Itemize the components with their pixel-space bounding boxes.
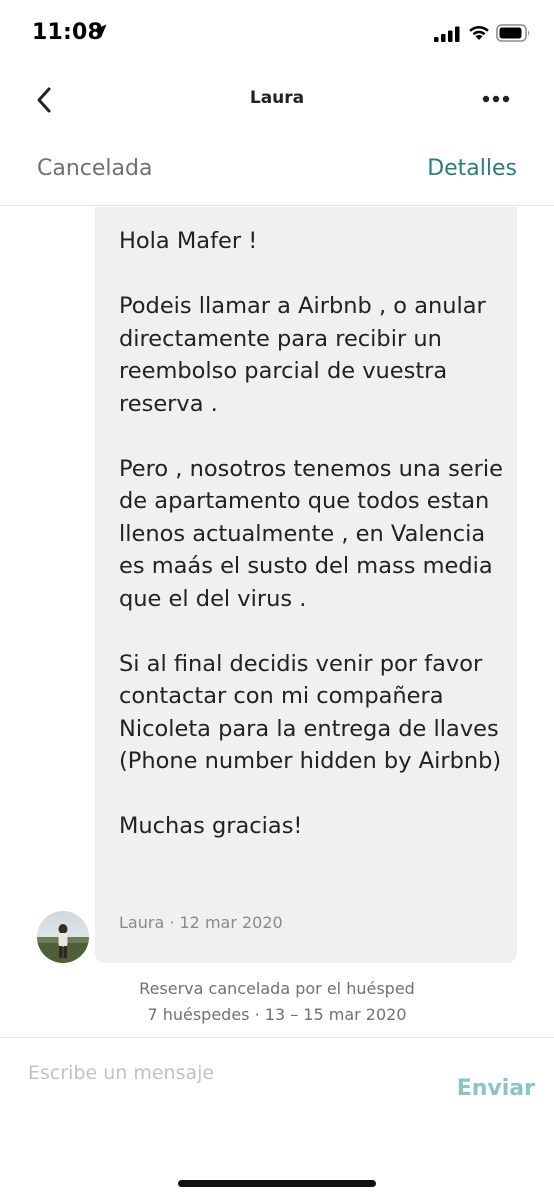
chat-screen: 11:08 Laura Cancelada Detalles Hola Mafe… <box>0 0 554 1200</box>
message-bubble: Hola Mafer ! Podeis llamar a Airbnb , o … <box>95 207 517 963</box>
reservation-status: Cancelada <box>37 156 153 181</box>
message-input[interactable] <box>28 1056 428 1090</box>
message-composer: Enviar <box>0 1037 554 1147</box>
details-link[interactable]: Detalles <box>427 156 517 181</box>
message-meta: Laura · 12 mar 2020 <box>119 913 283 932</box>
more-options-button[interactable] <box>474 84 518 114</box>
message-thread[interactable]: Hola Mafer ! Podeis llamar a Airbnb , o … <box>0 207 554 1037</box>
system-note-line1: Reserva cancelada por el huésped <box>139 979 415 998</box>
conversation-title: Laura <box>249 88 305 108</box>
send-button[interactable]: Enviar <box>457 1076 535 1101</box>
status-bar: 11:08 <box>0 0 554 66</box>
nav-bar: Laura <box>0 66 554 130</box>
avatar[interactable] <box>37 911 89 963</box>
battery-icon <box>496 24 530 42</box>
system-note-line2: 7 huéspedes · 13 – 15 mar 2020 <box>147 1005 407 1024</box>
home-indicator[interactable] <box>178 1180 376 1187</box>
avatar-photo <box>37 911 89 963</box>
location-arrow-icon <box>93 24 107 38</box>
reservation-status-bar: Cancelada Detalles <box>0 140 554 206</box>
message-text: Hola Mafer ! Podeis llamar a Airbnb , o … <box>119 228 504 839</box>
cellular-signal-icon <box>434 26 460 42</box>
wifi-icon <box>469 25 489 40</box>
more-horizontal-icon <box>482 95 510 103</box>
